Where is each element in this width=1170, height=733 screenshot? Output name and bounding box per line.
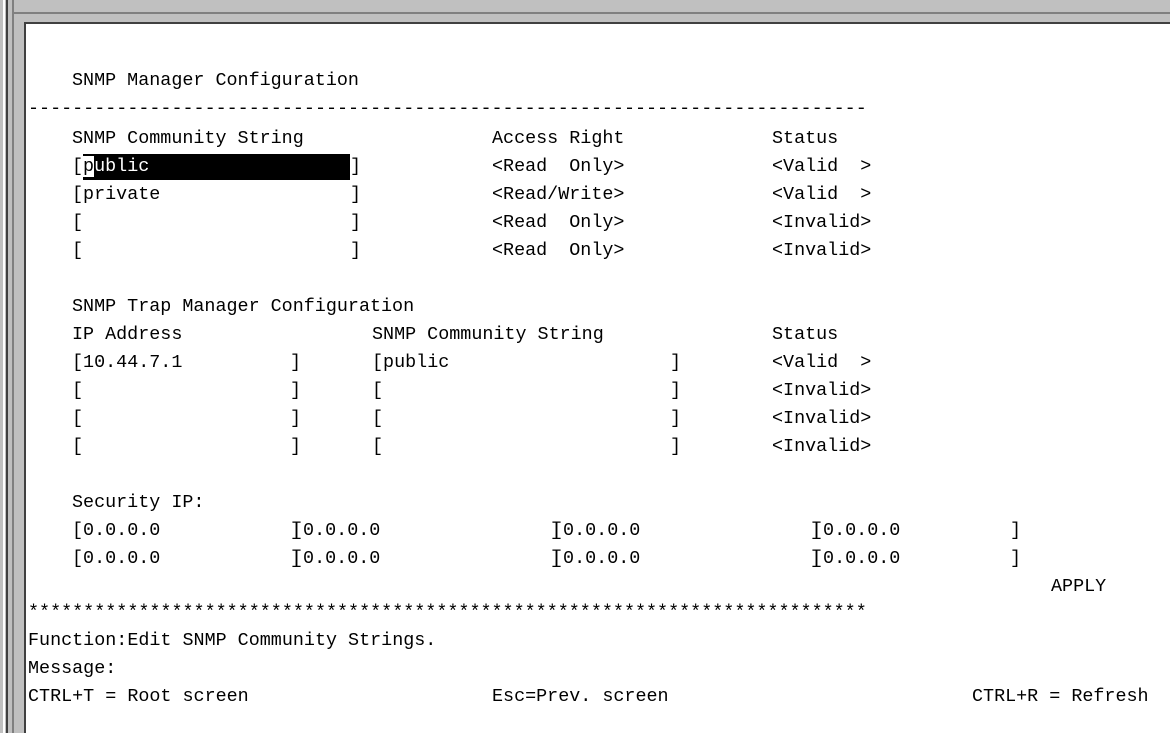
status-selector[interactable]: <Valid > [772,154,871,180]
trap-status-selector[interactable]: <Valid > [772,350,871,376]
root-screen-hint[interactable]: CTRL+T = Root screen [28,684,249,710]
status-selector[interactable]: <Valid > [772,182,871,208]
security-ip-field[interactable]: [0.0.0.0] [72,518,301,544]
trap-community-field[interactable]: [public] [372,350,681,376]
community-row: [private] <Read/Write> <Valid > [26,182,1166,208]
prev-screen-hint[interactable]: Esc=Prev. screen [492,684,669,710]
keys-line: CTRL+T = Root screen Esc=Prev. screen CT… [26,684,1166,710]
trap-community-header: SNMP Community String [372,324,604,345]
title-line: SNMP Manager Configuration [26,68,1166,94]
community-string-input[interactable]: public [83,154,351,180]
trap-row: [10.44.7.1] [public] <Valid > [26,350,1166,376]
security-ip-input[interactable]: 0.0.0.0 [83,546,290,572]
trap-ip-field[interactable]: [10.44.7.1] [72,350,301,376]
security-ip-field[interactable]: [0.0.0.0] [812,518,1021,544]
trap-status-selector[interactable]: <Invalid> [772,406,871,432]
trap-community-field[interactable]: [] [372,434,681,460]
community-header-row: SNMP Community String Access Right Statu… [26,126,1166,152]
trap-ip-input[interactable]: 10.44.7.1 [83,350,290,376]
community-row: [public] <Read Only> <Valid > [26,154,1166,180]
trap-section-title: SNMP Trap Manager Configuration [72,296,415,317]
community-string-field[interactable]: [private] [72,182,361,208]
trap-ip-field[interactable]: [] [72,406,301,432]
security-ip-input[interactable]: 0.0.0.0 [563,546,810,572]
security-ip-field[interactable]: [0.0.0.0] [552,546,821,572]
trap-row: [] [] <Invalid> [26,378,1166,404]
community-string-input[interactable]: private [83,182,350,208]
trap-status-header: Status [772,324,839,345]
security-ip-field[interactable]: [0.0.0.0] [292,546,561,572]
community-string-field[interactable]: [] [72,238,361,264]
apply-button[interactable]: APPLY [1051,574,1106,600]
page-title: SNMP Manager Configuration [72,70,359,91]
security-ip-row: [0.0.0.0] [0.0.0.0] [0.0.0.0] [0.0.0.0] [26,518,1166,544]
ip-address-header: IP Address [72,324,183,345]
security-ip-input[interactable]: 0.0.0.0 [303,546,550,572]
access-right-selector[interactable]: <Read Only> [492,210,624,236]
window-top-frame [14,0,1170,14]
message-line: Message: [26,656,1166,682]
status-header: Status [772,128,839,149]
community-row: [] <Read Only> <Invalid> [26,210,1166,236]
dash-rule: ----------------------------------------… [26,96,1166,122]
access-right-header: Access Right [492,128,625,149]
trap-ip-field[interactable]: [] [72,378,301,404]
security-label-line: Security IP: [26,490,1166,516]
trap-status-selector[interactable]: <Invalid> [772,378,871,404]
trap-row: [] [] <Invalid> [26,406,1166,432]
security-ip-input[interactable]: 0.0.0.0 [823,518,1010,544]
access-right-selector[interactable]: <Read Only> [492,154,624,180]
status-selector[interactable]: <Invalid> [772,210,871,236]
security-ip-field[interactable]: [0.0.0.0] [72,546,301,572]
function-text: Function:Edit SNMP Community Strings. [28,630,437,651]
security-ip-row: [0.0.0.0] [0.0.0.0] [0.0.0.0] [0.0.0.0] [26,546,1166,572]
security-ip-input[interactable]: 0.0.0.0 [823,546,1010,572]
status-selector[interactable]: <Invalid> [772,238,871,264]
trap-title-line: SNMP Trap Manager Configuration [26,294,1166,320]
trap-community-field[interactable]: [] [372,406,681,432]
security-ip-field[interactable]: [0.0.0.0] [812,546,1021,572]
trap-header-row: IP Address SNMP Community String Status [26,322,1166,348]
terminal-screen: SNMP Manager Configuration -------------… [24,22,1170,733]
window-left-frame [0,0,14,733]
star-divider: ****************************************… [28,602,867,623]
community-row: [] <Read Only> <Invalid> [26,238,1166,264]
security-ip-input[interactable]: 0.0.0.0 [83,518,290,544]
security-ip-field[interactable]: [0.0.0.0] [552,518,821,544]
community-string-field[interactable]: [public] [72,154,361,180]
trap-community-input[interactable]: public [383,350,670,376]
access-right-selector[interactable]: <Read/Write> [492,182,624,208]
message-text: Message: [28,658,117,679]
community-string-header: SNMP Community String [72,128,304,149]
dash-divider: ----------------------------------------… [28,98,867,119]
security-ip-input[interactable]: 0.0.0.0 [563,518,810,544]
security-ip-field[interactable]: [0.0.0.0] [292,518,561,544]
security-ip-label: Security IP: [72,492,205,513]
trap-ip-field[interactable]: [] [72,434,301,460]
apply-line: APPLY [26,574,1166,600]
security-ip-input[interactable]: 0.0.0.0 [303,518,550,544]
function-line: Function:Edit SNMP Community Strings. [26,628,1166,654]
trap-status-selector[interactable]: <Invalid> [772,434,871,460]
trap-row: [] [] <Invalid> [26,434,1166,460]
star-rule: ****************************************… [26,600,1166,626]
access-right-selector[interactable]: <Read Only> [492,238,624,264]
refresh-hint[interactable]: CTRL+R = Refresh [972,684,1149,710]
community-string-field[interactable]: [] [72,210,361,236]
trap-community-field[interactable]: [] [372,378,681,404]
